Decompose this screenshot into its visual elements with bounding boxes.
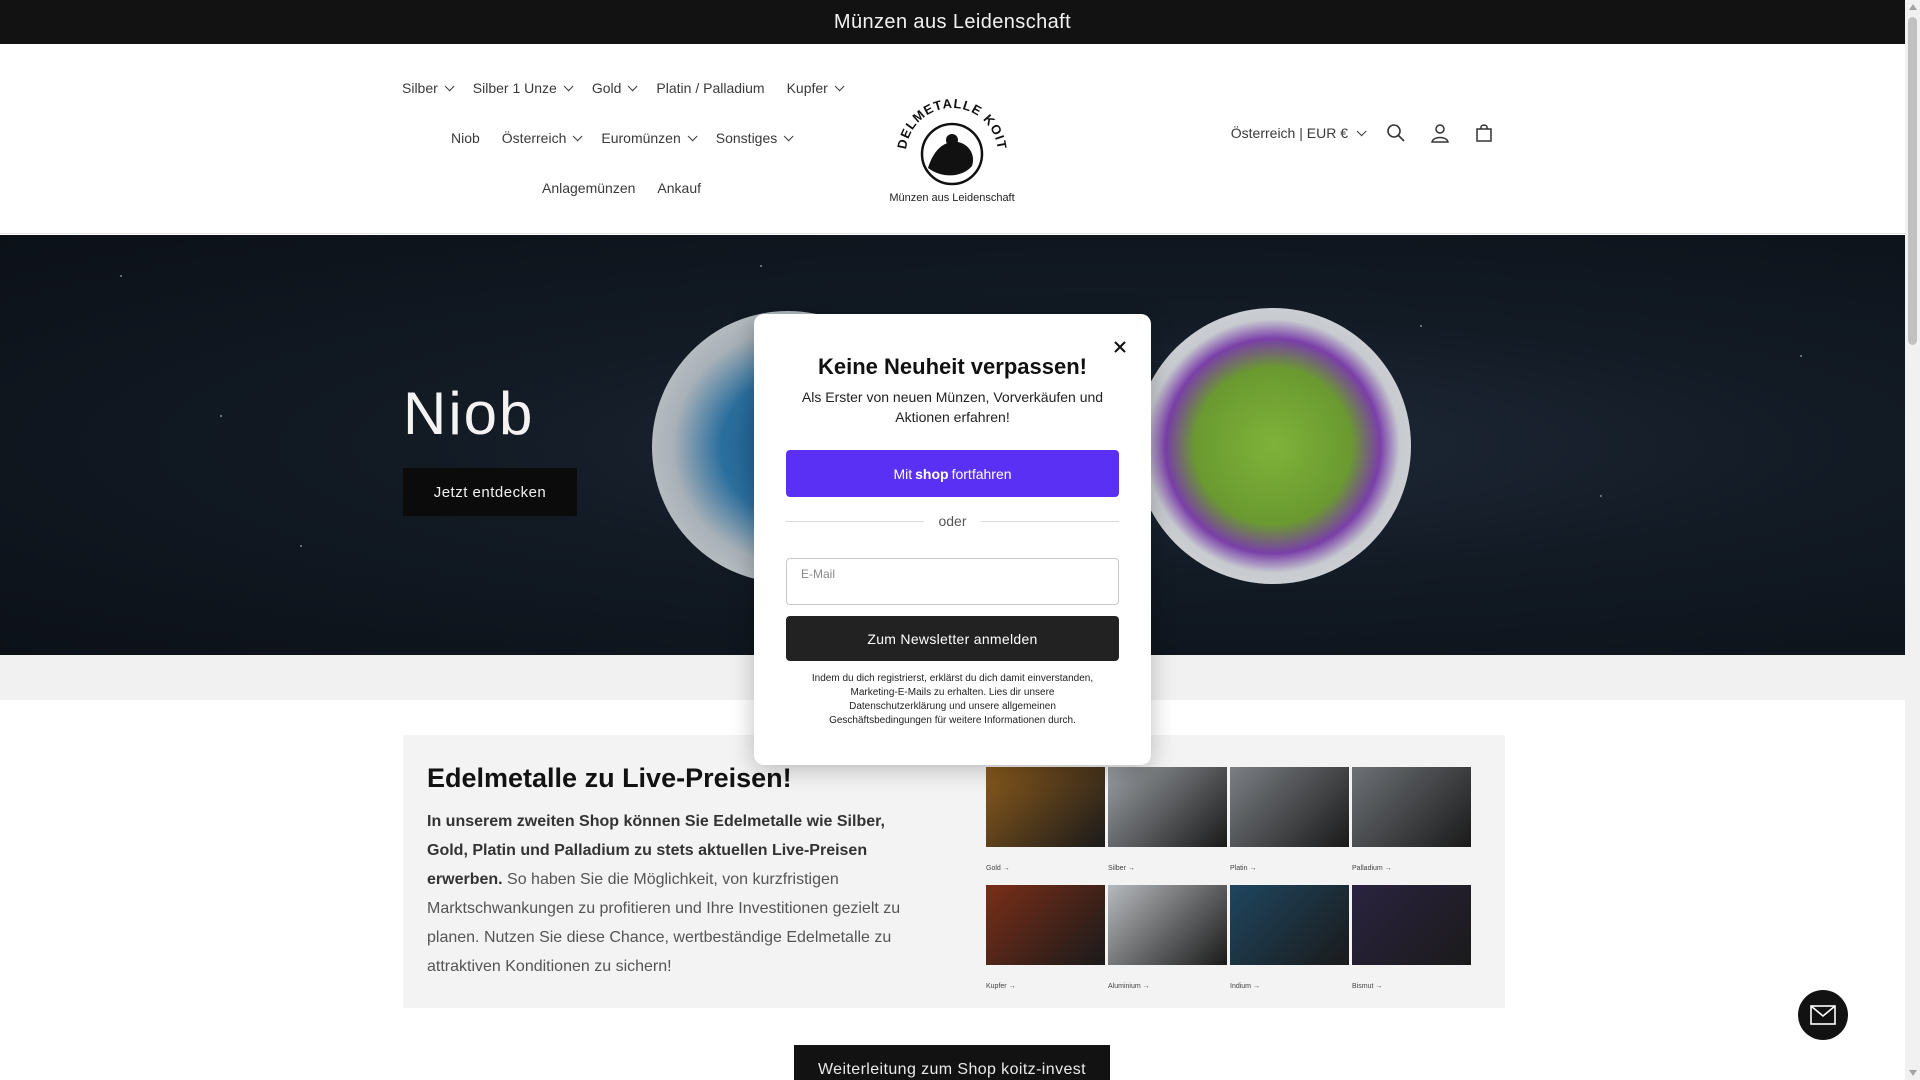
email-input[interactable] xyxy=(800,581,1100,597)
scroll-up-arrow-icon[interactable] xyxy=(1909,4,1917,10)
or-divider: oder xyxy=(786,513,1119,529)
page-scrollbar[interactable] xyxy=(1905,0,1920,1080)
divider-line xyxy=(980,520,1119,522)
email-field-label: E-Mail xyxy=(801,567,836,581)
scroll-down-arrow-icon[interactable] xyxy=(1909,1070,1917,1076)
modal-title: Keine Neuheit verpassen! xyxy=(818,354,1087,379)
legal-notice: Indem du dich registrierst, erklärst du … xyxy=(811,673,1094,726)
shop-brand-text: shop xyxy=(915,465,949,482)
shop-pay-button[interactable]: Mit shop fortfahren xyxy=(786,450,1119,497)
modal-overlay: Keine Neuheit verpassen! Als Erster von … xyxy=(0,0,1905,1080)
shop-button-prefix: Mit xyxy=(893,465,913,482)
newsletter-subscribe-button[interactable]: Zum Newsletter anmelden xyxy=(786,616,1119,661)
or-label: oder xyxy=(938,513,967,529)
shop-button-suffix: fortfahren xyxy=(951,465,1012,482)
email-field[interactable]: E-Mail xyxy=(786,558,1119,605)
scrollbar-thumb[interactable] xyxy=(1908,17,1917,345)
modal-subtitle: Als Erster von neuen Münzen, Vorverkäufe… xyxy=(801,389,1104,425)
divider-line xyxy=(786,520,925,522)
newsletter-modal: Keine Neuheit verpassen! Als Erster von … xyxy=(754,314,1151,765)
